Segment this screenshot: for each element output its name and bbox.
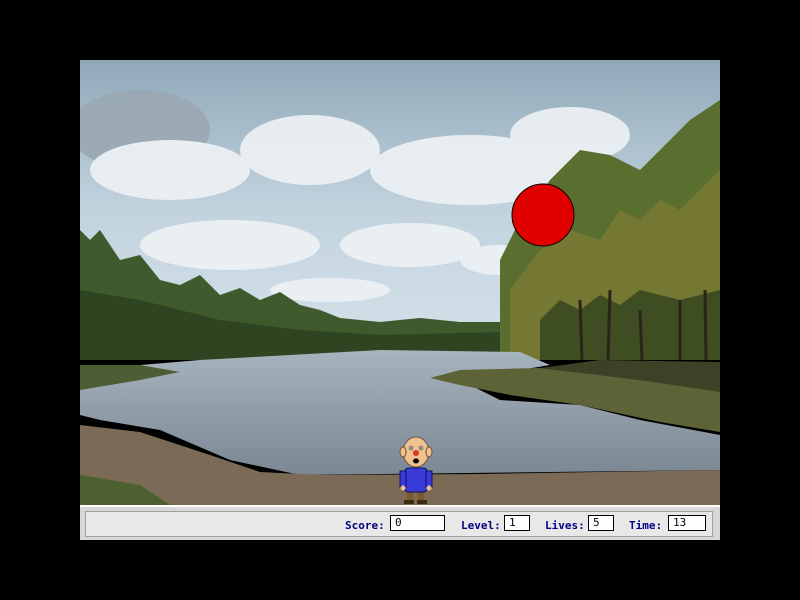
lake-background [80,60,720,505]
level-label: Level: [461,519,501,532]
level-value: 1 [504,515,530,531]
lives-label: Lives: [545,519,585,532]
time-label: Time: [629,519,663,532]
game-scene[interactable] [80,60,720,505]
game-window[interactable]: Score: 0 Level: 1 Lives: 5 Time: 13 [80,60,720,540]
lives-value: 5 [588,515,614,531]
score-label: Score: [345,519,385,532]
time-value: 13 [668,515,706,531]
bouncing-ball [511,183,575,247]
score-value: 0 [390,515,445,531]
status-bar: Score: 0 Level: 1 Lives: 5 Time: 13 [80,505,720,540]
